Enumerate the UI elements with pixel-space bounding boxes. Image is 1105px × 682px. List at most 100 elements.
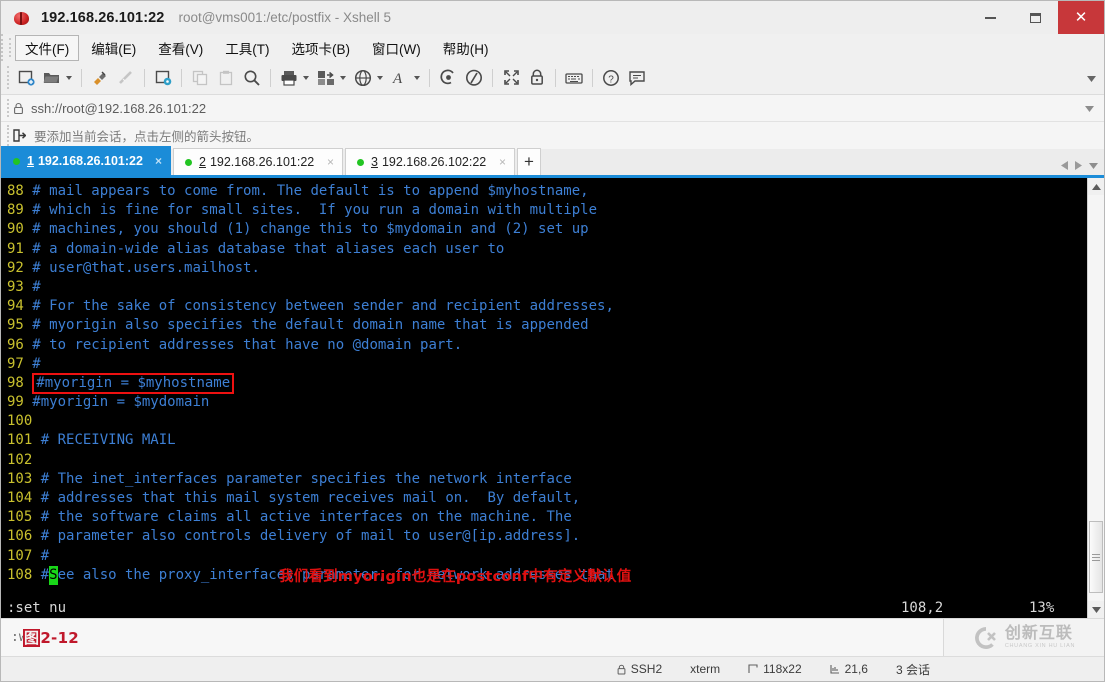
vim-scroll-percent: 13% [1029,600,1055,616]
terminal-scrollbar[interactable] [1087,178,1104,618]
line-number: 107 [7,547,33,564]
terminal-line: 97 # [7,355,1087,374]
connect-icon[interactable] [87,65,113,91]
vim-status-line: :set nu 108,2 13% [1,598,1087,618]
minimize-button[interactable] [968,1,1013,34]
line-number: 96 [7,336,24,353]
scrollbar-track[interactable] [1088,195,1104,601]
tab-number: 2 [199,155,206,169]
xshell-window: 192.168.26.101:22 root@vms001:/etc/postf… [0,0,1105,682]
tab-list-chevron-down-icon[interactable] [1087,162,1100,169]
line-text: #myorigin = $mydomain [32,394,210,411]
line-text: # mail appears to come from. The default… [32,183,589,199]
line-number: 101 [7,432,33,449]
line-number: 105 [7,509,33,526]
new-tab-button[interactable]: + [517,148,541,175]
scroll-up-arrow-icon[interactable] [1088,178,1104,195]
svg-text:?: ? [608,74,614,85]
menu-tabs[interactable]: 选项卡(B) [282,35,361,61]
line-prefix: # [40,566,50,583]
line-text: # user@that.users.mailhost. [32,259,260,276]
line-number: 97 [7,355,24,372]
figure-caption-rest: 2-12 [40,628,80,647]
toolbar-overflow-caret[interactable] [1087,69,1096,87]
line-text: # [32,278,41,295]
watermark-cn: 创新互联 [1004,624,1073,642]
terminal-line: 88 # mail appears to come from. The defa… [7,182,1087,201]
menu-file[interactable]: 文件(F) [15,34,80,61]
scrollbar-thumb[interactable] [1089,521,1103,593]
terminal-line: 89 # which is fine for small sites. If y… [7,201,1087,220]
menu-window[interactable]: 窗口(W) [362,35,431,61]
menu-tools[interactable]: 工具(T) [215,35,279,61]
session-properties-icon[interactable] [150,65,176,91]
menu-view[interactable]: 查看(V) [148,35,213,61]
command-row: :w 图2-12 创新互联 CHUANG XIN HU LIAN [1,618,1104,657]
line-text: # the software claims all active interfa… [40,509,572,526]
new-session-icon[interactable] [13,65,39,91]
terminal-line: 107 # [7,547,1087,566]
compose-icon[interactable] [435,65,461,91]
open-folder-icon[interactable] [39,65,65,91]
toolbar-separator [492,68,493,87]
transfer-dropdown-caret[interactable] [340,75,346,80]
find-icon[interactable] [239,65,265,91]
line-number: 100 [7,413,33,430]
terminal-screen[interactable]: 88 # mail appears to come from. The defa… [1,178,1087,618]
close-icon: ✕ [1074,9,1088,26]
notification-text: 要添加当前会话，点击左侧的箭头按钮。 [34,130,260,144]
status-terminal-type: xterm [676,657,734,682]
help-icon[interactable]: ? [598,65,624,91]
line-text: # The inet_interfaces parameter specifie… [40,470,572,487]
window-controls: ✕ [968,1,1104,34]
scroll-down-arrow-icon[interactable] [1088,601,1104,618]
toolbar-separator [592,68,593,87]
menu-edit[interactable]: 编辑(E) [81,35,146,61]
font-dropdown-caret[interactable] [414,75,420,80]
close-button[interactable]: ✕ [1058,1,1104,34]
tab-label: 192.168.26.102:22 [381,155,487,169]
line-number: 90 [7,221,24,238]
chevron-right-icon[interactable] [1073,161,1084,170]
watermark-text: 创新互联 CHUANG XIN HU LIAN [1004,624,1075,650]
tab-3[interactable]: 3 192.168.26.102:22 × [345,148,515,175]
address-input[interactable]: ssh://root@192.168.26.101:22 [31,101,206,116]
fullscreen-icon[interactable] [498,65,524,91]
lock-icon [617,664,626,675]
line-number: 106 [7,528,33,545]
line-text: # RECEIVING MAIL [40,432,176,449]
tab-close-icon[interactable]: × [315,155,334,169]
maximize-button[interactable] [1013,1,1058,34]
toolbar-separator [81,68,82,87]
menu-help[interactable]: 帮助(H) [433,35,499,61]
globe-icon[interactable] [350,65,376,91]
line-number: 102 [7,451,33,468]
tab-2[interactable]: 2 192.168.26.101:22 × [173,148,343,175]
print-dropdown-caret[interactable] [303,75,309,80]
font-icon[interactable]: A [387,65,413,91]
lock-icon [13,102,24,115]
highlight-icon[interactable] [461,65,487,91]
address-bar[interactable]: ssh://root@192.168.26.101:22 [1,95,1104,122]
lock-icon[interactable] [524,65,550,91]
address-dropdown-caret[interactable] [1085,99,1094,117]
terminal-line: 102 [7,451,1087,470]
annotation-line-1: 我们看到myorigin也是在postconf中有定义默认值 [279,569,632,585]
terminal-line: 99 #myorigin = $mydomain [7,393,1087,412]
chat-icon[interactable] [624,65,650,91]
line-number: 104 [7,490,33,506]
keyboard-icon[interactable] [561,65,587,91]
line-number: 95 [7,317,24,334]
print-icon[interactable] [276,65,302,91]
file-transfer-icon[interactable] [313,65,339,91]
terminal-line: 105 # the software claims all active int… [7,508,1087,527]
tab-1[interactable]: 1 192.168.26.101:22 × [1,146,171,175]
globe-dropdown-caret[interactable] [377,75,383,80]
tab-close-icon[interactable]: × [487,155,506,169]
tab-close-icon[interactable]: × [143,154,162,168]
command-input[interactable]: :w 图2-12 [1,618,944,657]
terminal-line: 95 # myorigin also specifies the default… [7,316,1087,335]
chevron-left-icon[interactable] [1059,161,1070,170]
terminal-line: 100 [7,412,1087,431]
folder-dropdown-caret[interactable] [66,75,72,80]
